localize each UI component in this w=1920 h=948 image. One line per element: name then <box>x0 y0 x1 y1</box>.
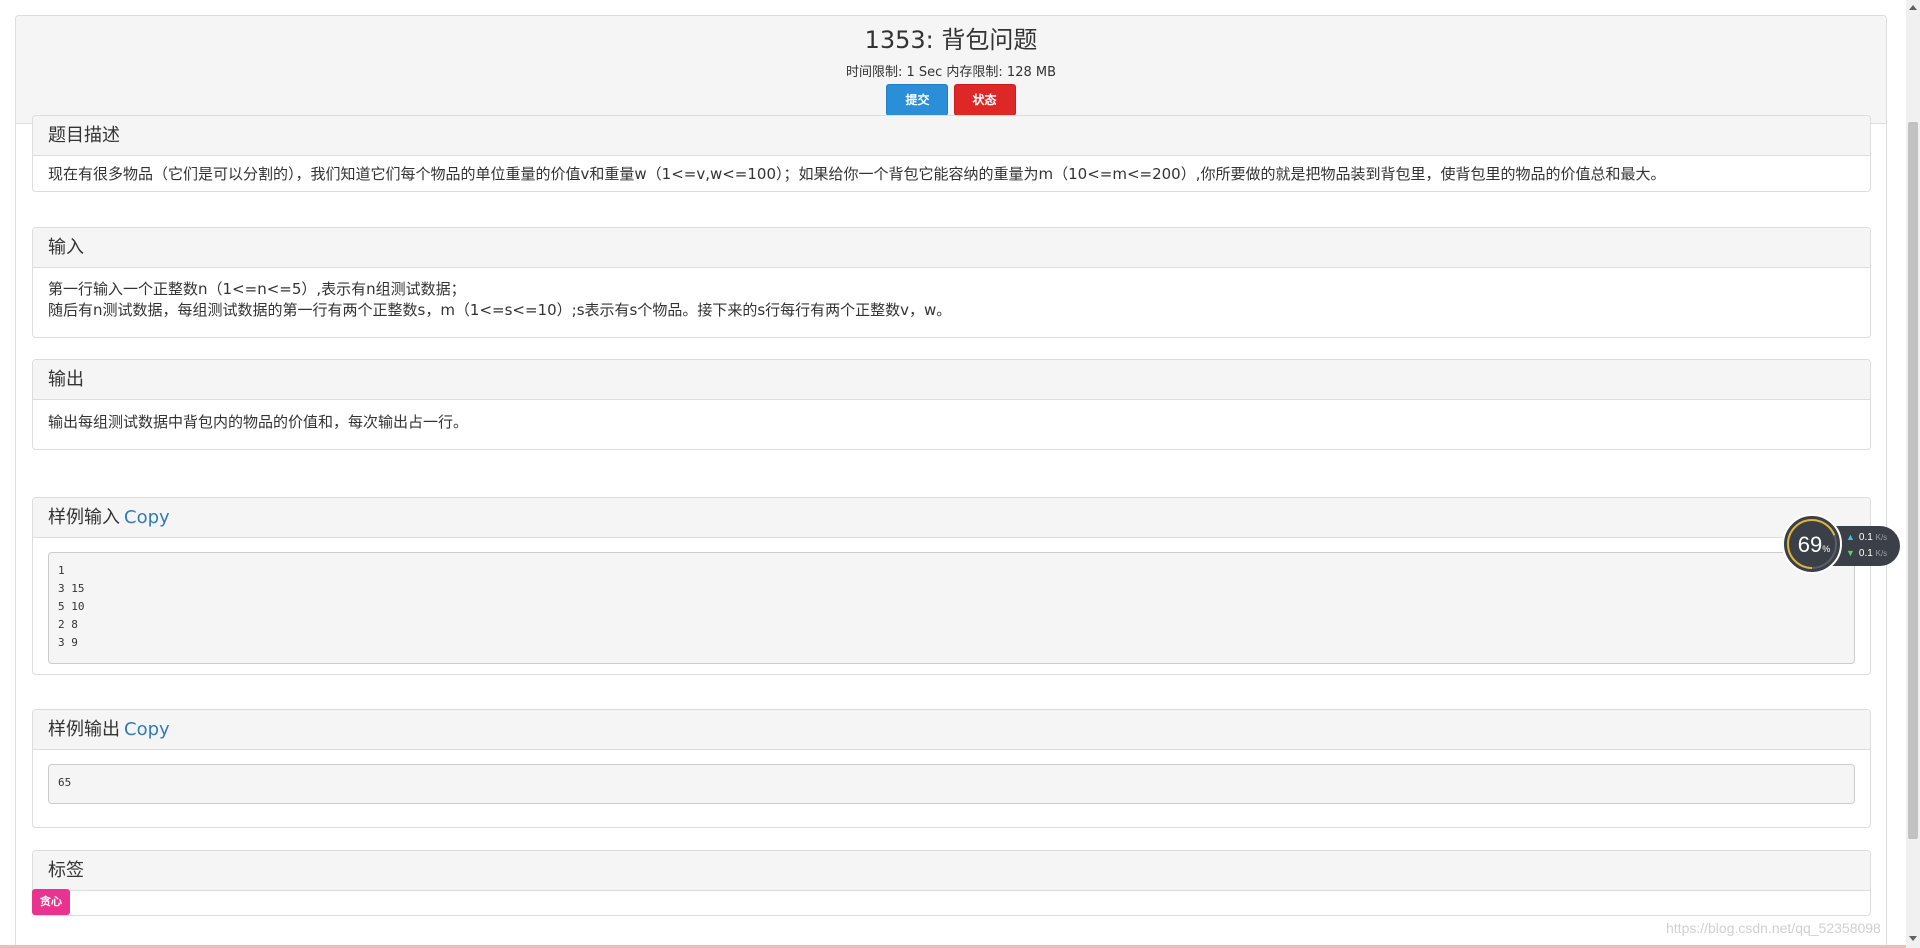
sample-input-copy-link[interactable]: Copy <box>124 507 170 528</box>
download-arrow-icon: ▼ <box>1846 548 1855 558</box>
description-panel: 题目描述 现在有很多物品（它们是可以分割的），我们知道它们每个物品的单位重量的价… <box>32 115 1871 192</box>
status-button[interactable]: 状态 <box>953 84 1016 116</box>
input-line-2: 随后有n测试数据，每组测试数据的第一行有两个正整数s，m（1<=s<=10）;s… <box>48 301 952 319</box>
problem-actions: 提交 状态 <box>16 84 1886 116</box>
download-value: 0.1 <box>1858 548 1873 559</box>
memory-gauge: 69% <box>1782 514 1842 574</box>
problem-header: 1353: 背包问题 时间限制: 1 Sec 内存限制: 128 MB 提交 状… <box>16 16 1886 124</box>
description-heading: 题目描述 <box>33 116 1870 156</box>
upload-value: 0.1 <box>1858 532 1873 543</box>
sample-input-code[interactable]: 1 3 15 5 10 2 8 3 9 <box>48 552 1855 664</box>
output-text: 输出每组测试数据中背包内的物品的价值和，每次输出占一行。 <box>48 413 469 431</box>
input-heading: 输入 <box>33 228 1870 268</box>
sample-output-copy-link[interactable]: Copy <box>124 719 170 740</box>
output-panel: 输出 输出每组测试数据中背包内的物品的价值和，每次输出占一行。 <box>32 359 1871 450</box>
vertical-scrollbar[interactable] <box>1906 0 1920 948</box>
network-speed-widget[interactable]: 69% ▲ 0.1 K/s ▼ 0.1 K/s <box>1782 514 1902 576</box>
sample-input-line: 3 15 <box>58 582 85 595</box>
input-line-1: 第一行输入一个正整数n（1<=n<=5）,表示有n组测试数据； <box>48 280 466 298</box>
problem-limits: 时间限制: 1 Sec 内存限制: 128 MB <box>845 65 1057 80</box>
sample-input-line: 1 <box>58 564 65 577</box>
tags-heading: 标签 <box>33 851 1870 891</box>
input-text: 第一行输入一个正整数n（1<=n<=5）,表示有n组测试数据； 随后有n测试数据… <box>33 268 1870 335</box>
memory-percent-unit: % <box>1822 544 1831 554</box>
sample-output-code[interactable]: 65 <box>48 764 1855 804</box>
upload-arrow-icon: ▲ <box>1846 532 1855 542</box>
problem-page: 1353: 背包问题 时间限制: 1 Sec 内存限制: 128 MB 提交 状… <box>15 15 1887 948</box>
watermark: https://blog.csdn.net/qq_52358098 <box>1666 920 1881 936</box>
sample-output-line: 65 <box>58 776 72 789</box>
sample-output-panel: 样例输出 Copy 65 <box>32 709 1871 828</box>
scroll-down-icon[interactable] <box>1909 936 1917 941</box>
sample-input-title: 样例输入 <box>48 507 120 528</box>
download-unit: K/s <box>1875 549 1888 558</box>
upload-unit: K/s <box>1875 533 1888 542</box>
sample-input-line: 5 10 <box>58 600 85 613</box>
sample-output-title: 样例输出 <box>48 719 120 740</box>
sample-input-panel: 样例输入 Copy 1 3 15 5 10 2 8 3 9 <box>32 497 1871 675</box>
sample-output-heading: 样例输出 Copy <box>33 710 1870 750</box>
upload-speed: ▲ 0.1 K/s <box>1846 532 1887 543</box>
description-text: 现在有很多物品（它们是可以分割的），我们知道它们每个物品的单位重量的价值v和重量… <box>48 165 1666 183</box>
memory-percent-value: 69 <box>1797 532 1823 557</box>
scrollbar-thumb[interactable] <box>1908 122 1918 839</box>
problem-title: 1353: 背包问题 <box>864 26 1038 54</box>
sample-input-line: 3 9 <box>58 636 78 649</box>
sample-output-body: 65 <box>33 750 1870 818</box>
output-heading: 输出 <box>33 360 1870 400</box>
sample-input-line: 2 8 <box>58 618 78 631</box>
tags-panel: 标签 贪心 <box>32 850 1871 916</box>
tag-greedy[interactable]: 贪心 <box>32 889 70 915</box>
input-panel: 输入 第一行输入一个正整数n（1<=n<=5）,表示有n组测试数据； 随后有n测… <box>32 227 1871 338</box>
download-speed: ▼ 0.1 K/s <box>1846 548 1887 559</box>
sample-input-heading: 样例输入 Copy <box>33 498 1870 538</box>
submit-button[interactable]: 提交 <box>886 84 949 116</box>
memory-percent: 69% <box>1784 516 1844 576</box>
sample-input-body: 1 3 15 5 10 2 8 3 9 <box>33 538 1870 678</box>
scroll-up-icon[interactable] <box>1909 5 1917 10</box>
